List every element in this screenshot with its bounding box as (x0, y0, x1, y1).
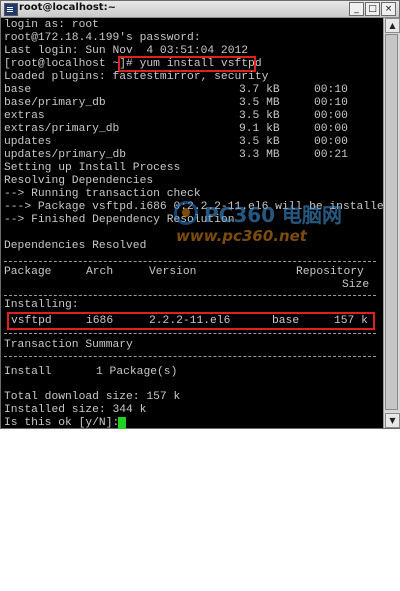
scrollbar-thumb[interactable] (385, 34, 398, 410)
prompt-line[interactable]: Is this ok [y/N]: (4, 417, 204, 430)
minimize-button[interactable]: _ (349, 2, 364, 16)
scroll-down-icon[interactable]: ▼ (385, 413, 400, 428)
summary-title: Transaction Summary (4, 339, 133, 351)
repo-row: extras/primary_db 9.1 kB 00:00 (4, 123, 376, 136)
repo-row: extras 3.5 kB 00:00 (4, 110, 376, 123)
terminal-line: root@172.18.4.199's password: (4, 32, 201, 44)
installed-size: Installed size: 344 k (4, 404, 147, 416)
repo-row: base/primary_db 3.5 MB 00:10 (4, 97, 376, 110)
watermark-url: www.pc360.net (176, 227, 307, 245)
maximize-button[interactable]: □ (365, 2, 380, 16)
watermark: PC360 电脑网 www.pc360.net (174, 197, 374, 253)
terminal-icon (4, 3, 18, 16)
table-header: Package Arch Version Repository (4, 266, 376, 279)
command-highlight-box (118, 56, 256, 72)
prompt-text: Is this ok [y/N]: (4, 417, 120, 429)
terminal-line: Dependencies Resolved (4, 240, 147, 252)
repo-time: 00:00 (314, 110, 348, 122)
watermark-logo-icon (174, 201, 198, 225)
separator-line (4, 295, 376, 296)
header-size: Size (342, 279, 370, 291)
repo-size: 3.5 MB (239, 97, 280, 109)
repo-row: updates/primary_db 3.3 MB 00:21 (4, 149, 376, 162)
table-header-row2: Size (4, 279, 376, 292)
repo-time: 00:10 (314, 84, 348, 96)
total-download: Total download size: 157 k (4, 391, 181, 403)
header-package: Package (4, 266, 52, 278)
window-title: root@localhost:~ (19, 2, 116, 13)
repo-name: base/primary_db (4, 97, 106, 109)
repo-size: 3.5 kB (239, 110, 280, 122)
repo-size: 3.7 kB (239, 84, 280, 96)
repo-time: 00:00 (314, 136, 348, 148)
repo-time: 00:21 (314, 149, 348, 161)
repo-name: extras/primary_db (4, 123, 120, 135)
terminal-line: login as: root (4, 19, 99, 31)
repo-size: 9.1 kB (239, 123, 280, 135)
close-button[interactable]: × (381, 2, 396, 16)
vertical-scrollbar[interactable]: ▲ ▼ (383, 18, 400, 428)
repo-size: 3.5 kB (239, 136, 280, 148)
header-repository: Repository (296, 266, 364, 278)
separator-line (4, 356, 376, 357)
terminal-window: root@localhost:~ _ □ × login as: root ro… (0, 0, 400, 429)
header-version: Version (149, 266, 197, 278)
repo-name: base (4, 84, 32, 96)
repo-time: 00:00 (314, 123, 348, 135)
terminal-line: Setting up Install Process (4, 162, 181, 174)
repo-time: 00:10 (314, 97, 348, 109)
separator-line (4, 333, 376, 334)
repo-row: base 3.7 kB 00:10 (4, 84, 376, 97)
repo-name: updates/primary_db (4, 149, 127, 161)
repo-name: updates (4, 136, 52, 148)
install-summary: Install 1 Package(s) (4, 366, 376, 379)
install-label: Install (4, 366, 52, 378)
title-bar[interactable]: root@localhost:~ _ □ × (1, 1, 399, 18)
install-count: 1 Package(s) (96, 366, 178, 378)
header-arch: Arch (86, 266, 114, 278)
installing-label: Installing: (4, 299, 79, 311)
text-cursor (118, 417, 126, 429)
repo-row: updates 3.5 kB 00:00 (4, 136, 376, 149)
terminal-output[interactable]: login as: root root@172.18.4.199's passw… (4, 19, 390, 430)
repo-size: 3.3 MB (239, 149, 280, 161)
terminal-line: --> Running transaction check (4, 188, 201, 200)
watermark-title: PC360 电脑网 (204, 203, 343, 227)
terminal-line: Loaded plugins: fastestmirror, security (4, 71, 269, 83)
package-highlight-box (7, 312, 375, 330)
terminal-line: Resolving Dependencies (4, 175, 154, 187)
repo-name: extras (4, 110, 45, 122)
scroll-up-icon[interactable]: ▲ (385, 18, 400, 33)
